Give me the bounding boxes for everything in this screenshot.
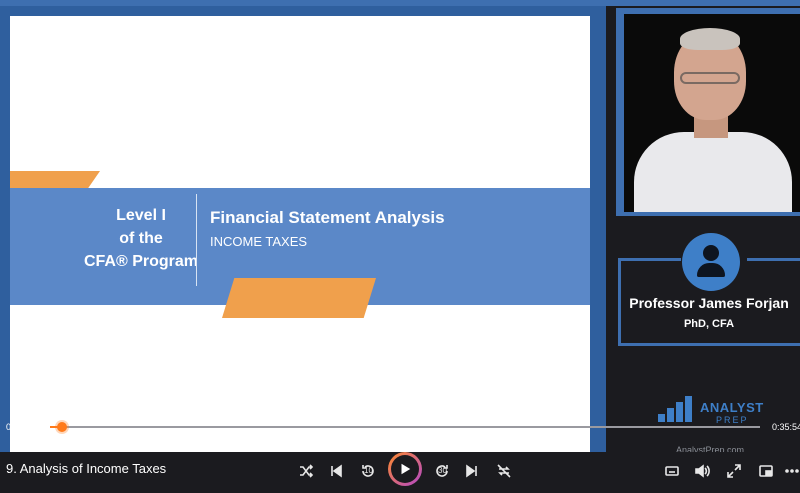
current-time: 0:00:21 bbox=[6, 422, 37, 432]
more-icon[interactable] bbox=[782, 461, 800, 481]
play-icon bbox=[401, 463, 411, 475]
repeat-off-icon[interactable] bbox=[494, 461, 514, 481]
logo-text-sub: PREP bbox=[716, 415, 749, 425]
slide-level-label: Level I of the CFA® Program bbox=[66, 204, 216, 273]
presenter-glasses bbox=[680, 72, 740, 84]
level-line-3: CFA® Program bbox=[83, 253, 199, 270]
play-button[interactable] bbox=[388, 452, 422, 486]
total-time: 0:35:54 bbox=[772, 422, 800, 432]
presenter-avatar-icon bbox=[682, 233, 740, 291]
level-line-1: Level I bbox=[116, 207, 166, 224]
previous-icon[interactable] bbox=[326, 461, 346, 481]
forward-seconds: 30 bbox=[438, 466, 447, 475]
rewind-seconds: 10 bbox=[364, 466, 373, 475]
fullscreen-icon[interactable] bbox=[724, 461, 744, 481]
presenter-shirt bbox=[634, 132, 792, 212]
slide-title: Financial Statement Analysis bbox=[210, 208, 445, 227]
slide-subtitle: INCOME TAXES bbox=[210, 234, 308, 249]
seek-bar-thumb[interactable] bbox=[57, 422, 67, 432]
next-icon[interactable] bbox=[462, 461, 482, 481]
miniplayer-icon[interactable] bbox=[756, 461, 776, 481]
presenter-hair bbox=[680, 28, 740, 50]
video-player: Level I of the CFA® Program Financial St… bbox=[0, 0, 800, 493]
presenter-video-frame bbox=[616, 8, 800, 216]
presenter-credentials: PhD, CFA bbox=[683, 318, 735, 330]
presenter-video bbox=[624, 14, 800, 212]
analystprep-logo-bars-icon bbox=[658, 396, 698, 422]
level-line-2: of the bbox=[119, 230, 163, 247]
captions-icon[interactable] bbox=[662, 461, 682, 481]
lecture-slide: Level I of the CFA® Program Financial St… bbox=[10, 16, 590, 454]
seek-bar[interactable] bbox=[50, 422, 760, 432]
slide-orange-shape bbox=[222, 278, 376, 318]
forward-30-icon[interactable]: 30 bbox=[432, 461, 452, 481]
volume-icon[interactable] bbox=[692, 461, 712, 481]
presenter-name: Professor James Forjan bbox=[629, 295, 789, 311]
logo-text-main: ANALYST bbox=[700, 400, 764, 415]
video-title: 9. Analysis of Income Taxes bbox=[6, 461, 167, 476]
slide-divider bbox=[196, 194, 197, 286]
shuffle-icon[interactable] bbox=[296, 461, 316, 481]
slide-frame: Level I of the CFA® Program Financial St… bbox=[0, 6, 606, 464]
rewind-10-icon[interactable]: 10 bbox=[358, 461, 378, 481]
